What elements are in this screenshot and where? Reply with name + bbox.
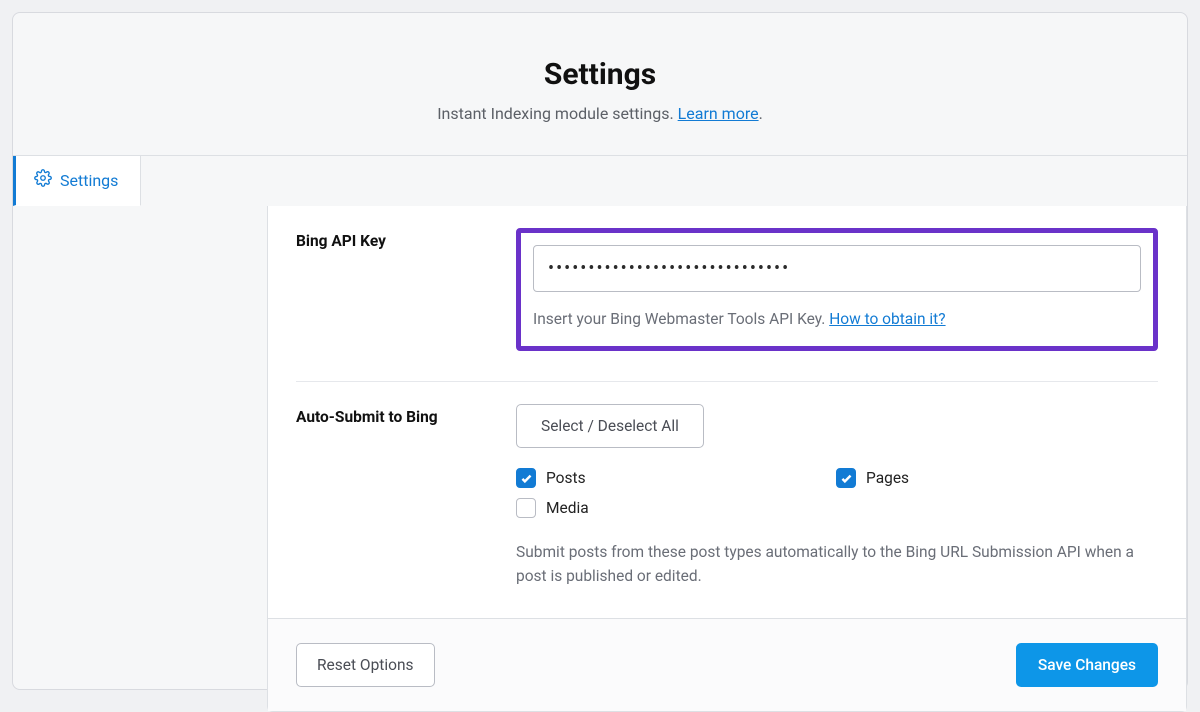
api-key-input[interactable] [533,245,1141,292]
checkbox-pages-item: Pages [836,468,1156,488]
gear-icon [34,169,52,191]
learn-more-link[interactable]: Learn more [678,104,759,123]
checkbox-posts-item: Posts [516,468,836,488]
page-subtitle: Instant Indexing module settings. Learn … [33,104,1167,123]
tab-settings[interactable]: Settings [13,156,141,206]
api-key-highlight: Insert your Bing Webmaster Tools API Key… [516,228,1158,351]
auto-submit-label: Auto-Submit to Bing [296,404,516,588]
settings-content: Bing API Key Insert your Bing Webmaster … [267,206,1187,712]
panel-header: Settings Instant Indexing module setting… [13,13,1187,155]
save-changes-button[interactable]: Save Changes [1016,643,1158,687]
checkbox-label: Pages [866,469,909,487]
settings-panel: Settings Instant Indexing module setting… [12,12,1188,690]
reset-options-button[interactable]: Reset Options [296,643,435,687]
checkbox-media-item: Media [516,498,836,518]
left-gutter [13,206,267,712]
how-to-obtain-link[interactable]: How to obtain it? [829,310,945,328]
auto-submit-description: Submit posts from these post types autom… [516,540,1156,588]
check-icon [520,472,533,485]
checkbox-label: Media [546,499,589,517]
post-type-grid: Posts Pages Media [516,468,1156,518]
checkbox-label: Posts [546,469,586,487]
checkbox-media[interactable] [516,498,536,518]
select-deselect-all-button[interactable]: Select / Deselect All [516,404,704,448]
section-auto-submit: Auto-Submit to Bing Select / Deselect Al… [296,381,1158,618]
api-key-helper: Insert your Bing Webmaster Tools API Key… [533,310,1141,328]
page-title: Settings [33,57,1167,92]
section-api-key: Bing API Key Insert your Bing Webmaster … [268,206,1186,381]
footer-actions: Reset Options Save Changes [268,618,1186,711]
checkbox-pages[interactable] [836,468,856,488]
checkbox-posts[interactable] [516,468,536,488]
check-icon [840,472,853,485]
tab-label: Settings [60,171,118,190]
api-key-label: Bing API Key [296,228,516,351]
tabs-row: Settings [13,155,1187,206]
